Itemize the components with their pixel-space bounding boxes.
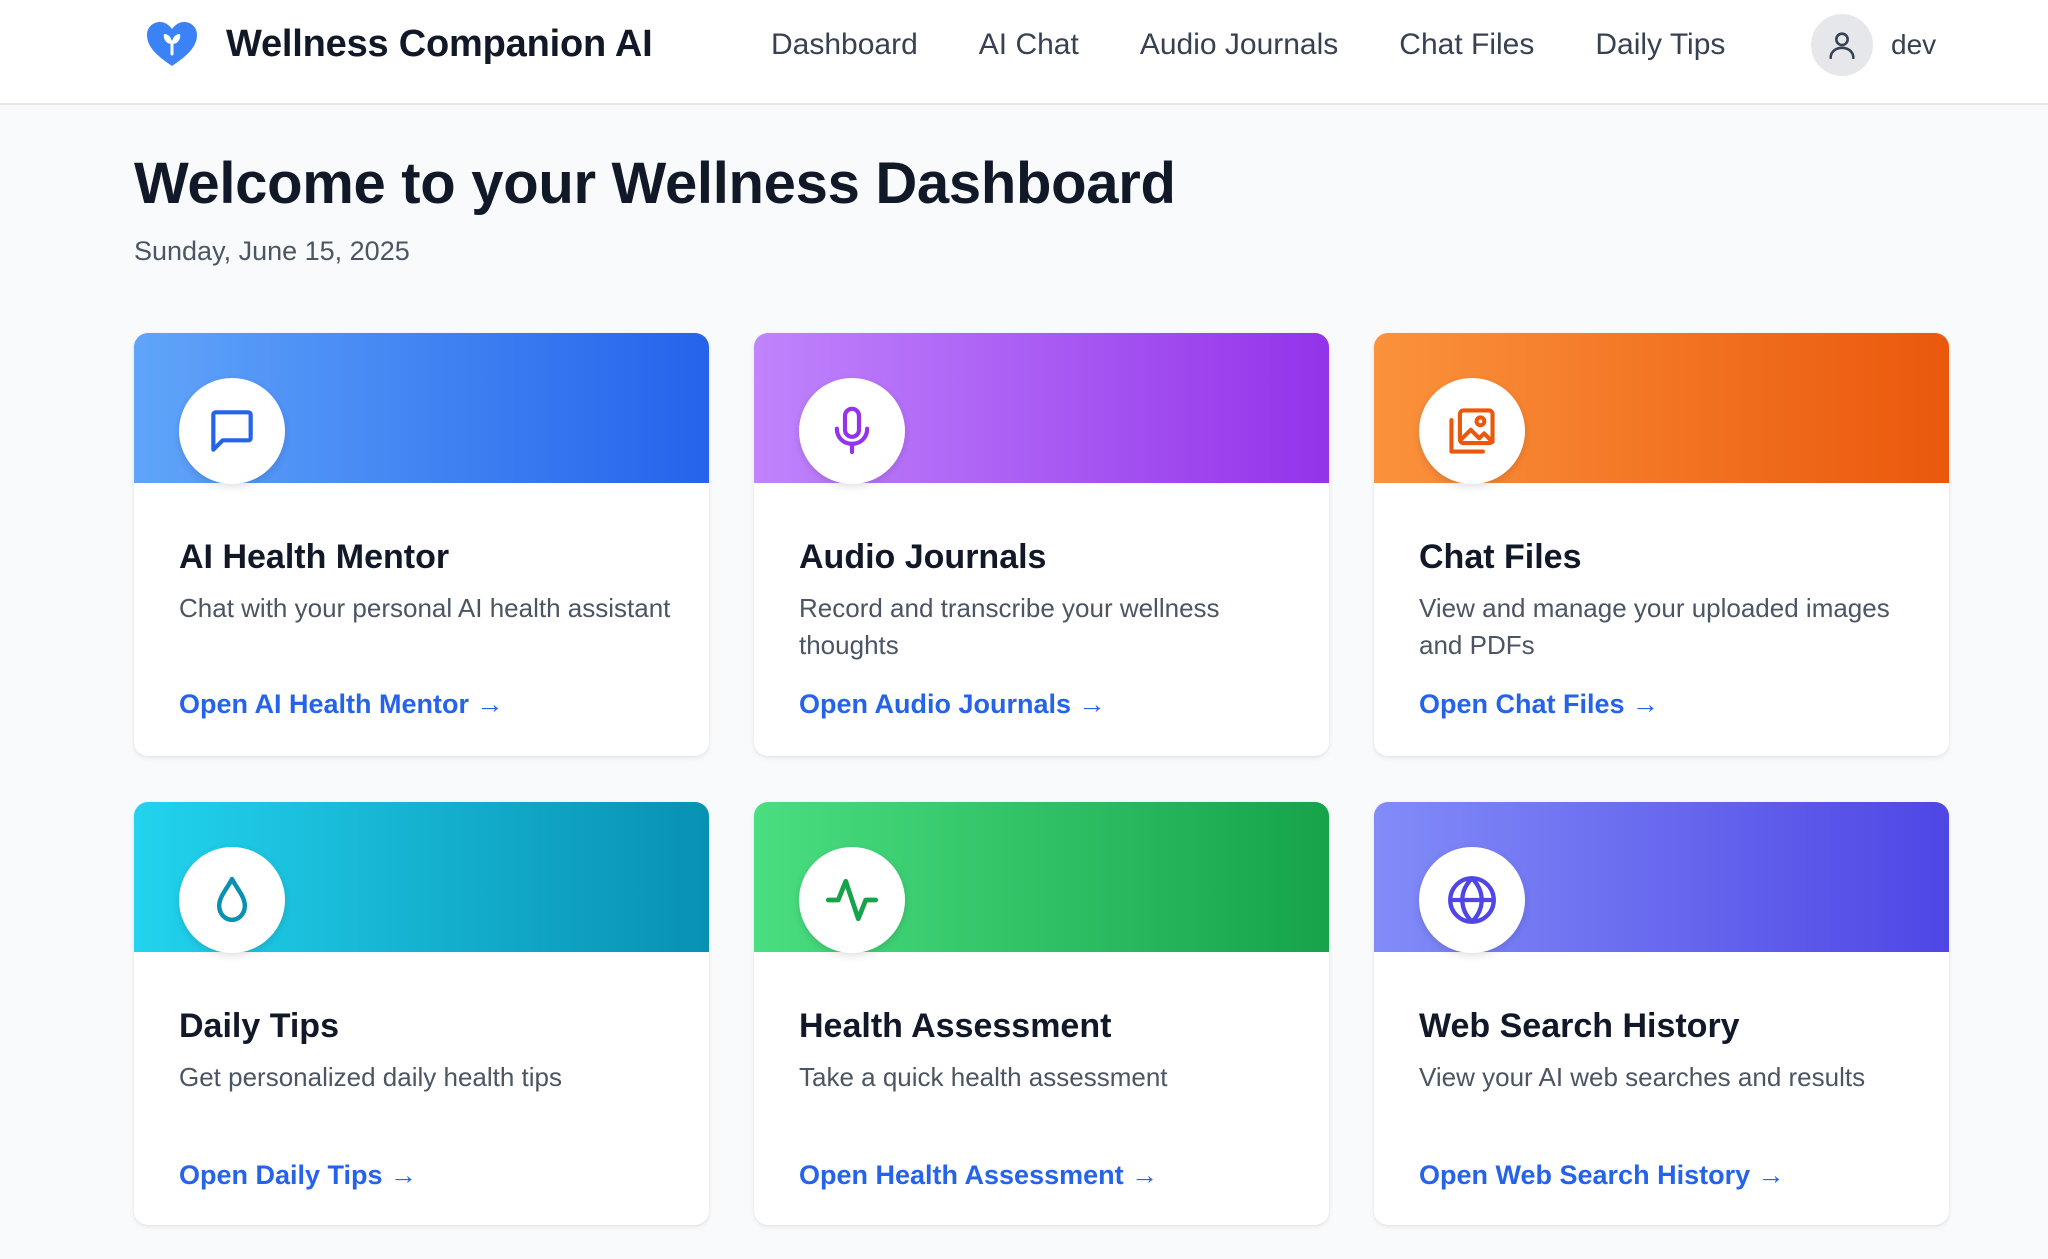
water-drop-icon: [179, 847, 285, 953]
open-daily-tips-link[interactable]: Open Daily Tips →: [179, 1160, 417, 1191]
card-title: Health Assessment: [799, 1007, 1112, 1045]
open-ai-health-mentor-link[interactable]: Open AI Health Mentor →: [179, 689, 504, 720]
card-chat-files[interactable]: Chat Files View and manage your uploaded…: [1374, 333, 1949, 756]
activity-pulse-icon: [799, 847, 905, 953]
card-description: Take a quick health assessment: [799, 1062, 1168, 1092]
microphone-icon: [799, 378, 905, 484]
card-web-search-history[interactable]: Web Search History View your AI web sear…: [1374, 802, 1949, 1225]
card-description: Get personalized daily health tips: [179, 1062, 563, 1092]
open-chat-files-link[interactable]: Open Chat Files →: [1419, 689, 1659, 720]
brand-home-link[interactable]: Wellness Companion AI: [144, 14, 653, 74]
card-title: Audio Journals: [799, 538, 1047, 576]
image-gallery-icon: [1419, 378, 1525, 484]
card-title: AI Health Mentor: [179, 538, 450, 576]
card-title: Chat Files: [1419, 538, 1582, 576]
card-daily-tips[interactable]: Daily Tips Get personalized daily health…: [134, 802, 709, 1225]
open-audio-journals-link[interactable]: Open Audio Journals →: [799, 689, 1106, 720]
nav-daily-tips[interactable]: Daily Tips: [1595, 28, 1725, 62]
nav-chat-files[interactable]: Chat Files: [1399, 28, 1534, 62]
card-description: Record and transcribe your wellness thou…: [799, 593, 1220, 660]
open-health-assessment-link[interactable]: Open Health Assessment →: [799, 1160, 1158, 1191]
card-ai-health-mentor[interactable]: AI Health Mentor Chat with your personal…: [134, 333, 709, 756]
card-title: Daily Tips: [179, 1007, 339, 1045]
card-description: Chat with your personal AI health assist…: [179, 593, 671, 623]
chat-bubble-icon: [179, 378, 285, 484]
globe-icon: [1419, 847, 1525, 953]
nav-audio-journals[interactable]: Audio Journals: [1140, 28, 1338, 62]
card-audio-journals[interactable]: Audio Journals Record and transcribe you…: [754, 333, 1329, 756]
top-navigation-bar: Wellness Companion AI Dashboard AI Chat …: [0, 0, 2048, 105]
app-title: Wellness Companion AI: [226, 22, 653, 65]
nav-ai-chat[interactable]: AI Chat: [979, 28, 1079, 62]
current-date: Sunday, June 15, 2025: [134, 236, 410, 266]
card-description: View and manage your uploaded images and…: [1419, 593, 1890, 660]
user-menu-button[interactable]: dev: [1811, 14, 1936, 76]
user-icon: [1811, 14, 1873, 76]
card-health-assessment[interactable]: Health Assessment Take a quick health as…: [754, 802, 1329, 1225]
page-title: Welcome to your Wellness Dashboard: [134, 151, 1176, 216]
open-web-search-history-link[interactable]: Open Web Search History →: [1419, 1160, 1785, 1191]
heart-leaf-icon: [144, 19, 200, 69]
user-name: dev: [1891, 29, 1937, 60]
card-title: Web Search History: [1419, 1007, 1740, 1045]
nav-dashboard[interactable]: Dashboard: [771, 28, 918, 62]
main-nav: Dashboard AI Chat Audio Journals Chat Fi…: [771, 20, 1725, 70]
card-description: View your AI web searches and results: [1419, 1062, 1866, 1092]
